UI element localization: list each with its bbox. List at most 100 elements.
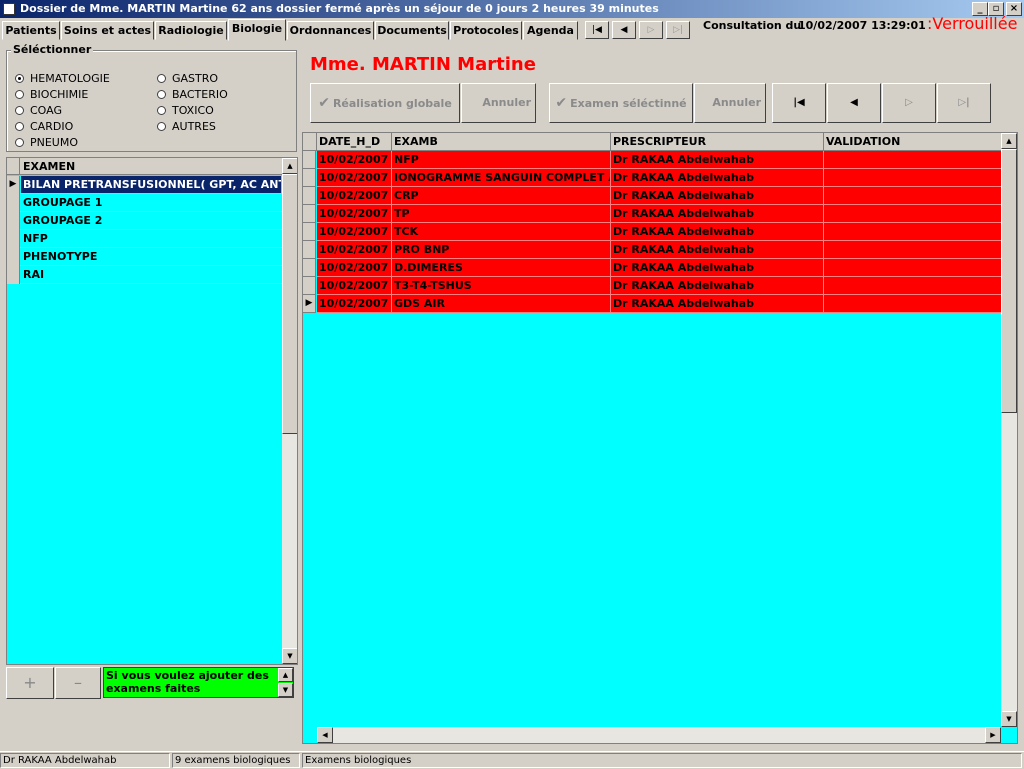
- first-record-icon[interactable]: |◀: [772, 83, 826, 123]
- cell-validation[interactable]: [824, 169, 1002, 187]
- scroll-down-icon[interactable]: ▼: [282, 648, 297, 664]
- cell-prescripteur[interactable]: Dr RAKAA Abdelwahab: [611, 187, 824, 205]
- column-header-examb[interactable]: EXAMB: [392, 133, 611, 151]
- tab-patients[interactable]: Patients: [2, 21, 60, 40]
- cell-prescripteur[interactable]: Dr RAKAA Abdelwahab: [611, 241, 824, 259]
- first-record-icon[interactable]: |◀: [585, 21, 609, 39]
- annuler-examen-button[interactable]: Annuler: [694, 83, 766, 123]
- cell-examb[interactable]: TP: [392, 205, 611, 223]
- next-record-icon[interactable]: ▷: [639, 21, 663, 39]
- cell-prescripteur[interactable]: Dr RAKAA Abdelwahab: [611, 151, 824, 169]
- list-item[interactable]: RAI: [7, 266, 282, 284]
- column-header-prescripteur[interactable]: PRESCRIPTEUR: [611, 133, 824, 151]
- cell-examb[interactable]: TCK: [392, 223, 611, 241]
- tab-soins-et-actes[interactable]: Soins et actes: [61, 21, 154, 40]
- cell-prescripteur[interactable]: Dr RAKAA Abdelwahab: [611, 169, 824, 187]
- info-textbox[interactable]: Si vous voulez ajouter des examens faite…: [103, 667, 294, 698]
- list-item[interactable]: GROUPAGE 2: [7, 212, 282, 230]
- scroll-thumb[interactable]: [1001, 149, 1017, 413]
- tab-biologie[interactable]: Biologie: [228, 19, 286, 41]
- cell-examb[interactable]: CRP: [392, 187, 611, 205]
- table-row[interactable]: 10/02/2007 PRO BNP Dr RAKAA Abdelwahab: [303, 241, 1003, 259]
- table-row[interactable]: 10/02/2007 D.DIMERES Dr RAKAA Abdelwahab: [303, 259, 1003, 277]
- scroll-up-icon[interactable]: ▲: [282, 158, 297, 174]
- remove-exam-button[interactable]: –: [55, 667, 101, 699]
- cell-validation[interactable]: [824, 187, 1002, 205]
- scroll-up-icon[interactable]: ▲: [1001, 133, 1017, 149]
- cell-date[interactable]: 10/02/2007: [317, 223, 392, 241]
- last-record-icon[interactable]: ▷|: [937, 83, 991, 123]
- cell-date[interactable]: 10/02/2007: [317, 151, 392, 169]
- cell-date[interactable]: 10/02/2007: [317, 295, 392, 313]
- scroll-left-icon[interactable]: ◀: [317, 727, 333, 743]
- cell-validation[interactable]: [824, 223, 1002, 241]
- grid-horizontal-scrollbar[interactable]: ◀ ▶: [317, 727, 1001, 743]
- table-row[interactable]: 10/02/2007 IONOGRAMME SANGUIN COMPLET A Dr…: [303, 169, 1003, 187]
- cell-validation[interactable]: [824, 259, 1002, 277]
- radio-toxico[interactable]: TOXICO: [157, 104, 214, 118]
- annuler-global-button[interactable]: Annuler: [461, 83, 536, 123]
- cell-date[interactable]: 10/02/2007: [317, 169, 392, 187]
- list-item[interactable]: NFP: [7, 230, 282, 248]
- cell-examb[interactable]: GDS AIR: [392, 295, 611, 313]
- cell-validation[interactable]: [824, 151, 1002, 169]
- cell-prescripteur[interactable]: Dr RAKAA Abdelwahab: [611, 259, 824, 277]
- cell-examb[interactable]: T3-T4-TSHUS: [392, 277, 611, 295]
- radio-hematologie[interactable]: HEMATOLOGIE: [15, 72, 110, 86]
- scroll-down-icon[interactable]: ▼: [278, 683, 293, 697]
- radio-coag[interactable]: COAG: [15, 104, 62, 118]
- tab-ordonnances[interactable]: Ordonnances: [287, 21, 374, 40]
- next-record-icon[interactable]: ▷: [882, 83, 936, 123]
- list-item[interactable]: GROUPAGE 1: [7, 194, 282, 212]
- radio-cardio[interactable]: CARDIO: [15, 120, 73, 134]
- cell-date[interactable]: 10/02/2007: [317, 205, 392, 223]
- tab-documents[interactable]: Documents: [375, 21, 449, 40]
- previous-record-icon[interactable]: ◀: [827, 83, 881, 123]
- list-item[interactable]: ▶ BILAN PRETRANSFUSIONNEL( GPT, AC ANTI: [7, 176, 282, 194]
- tab-agenda[interactable]: Agenda: [523, 21, 578, 40]
- scroll-up-icon[interactable]: ▲: [278, 668, 293, 682]
- exam-list[interactable]: EXAMEN ▶ BILAN PRETRANSFUSIONNEL( GPT, AC…: [6, 157, 298, 665]
- table-row[interactable]: 10/02/2007 CRP Dr RAKAA Abdelwahab: [303, 187, 1003, 205]
- cell-date[interactable]: 10/02/2007: [317, 241, 392, 259]
- scroll-right-icon[interactable]: ▶: [985, 727, 1001, 743]
- cell-date[interactable]: 10/02/2007: [317, 277, 392, 295]
- radio-autres[interactable]: AUTRES: [157, 120, 216, 134]
- cell-prescripteur[interactable]: Dr RAKAA Abdelwahab: [611, 205, 824, 223]
- window-title-bar[interactable]: Dossier de Mme. MARTIN Martine 62 ans do…: [0, 0, 1024, 18]
- realisation-globale-button[interactable]: ✔ Réalisation globale: [310, 83, 460, 123]
- cell-validation[interactable]: [824, 277, 1002, 295]
- add-exam-button[interactable]: +: [6, 667, 54, 699]
- table-row[interactable]: 10/02/2007 NFP Dr RAKAA Abdelwahab: [303, 151, 1003, 169]
- scroll-thumb[interactable]: [282, 174, 297, 434]
- grid-vertical-scrollbar[interactable]: ▲ ▼: [1001, 133, 1017, 727]
- biology-exams-grid[interactable]: DATE_H_D EXAMB PRESCRIPTEUR VALIDATION 1…: [302, 132, 1018, 744]
- last-record-icon[interactable]: ▷|: [666, 21, 690, 39]
- cell-validation[interactable]: [824, 295, 1002, 313]
- examen-selectionne-button[interactable]: ✔ Examen séléctinné: [549, 83, 693, 123]
- table-row[interactable]: ▶ 10/02/2007 GDS AIR Dr RAKAA Abdelwahab: [303, 295, 1003, 313]
- table-row[interactable]: 10/02/2007 TP Dr RAKAA Abdelwahab: [303, 205, 1003, 223]
- cell-date[interactable]: 10/02/2007: [317, 259, 392, 277]
- column-header-date[interactable]: DATE_H_D: [317, 133, 392, 151]
- exam-list-scrollbar[interactable]: ▲ ▼: [282, 158, 297, 664]
- column-header-validation[interactable]: VALIDATION: [824, 133, 1002, 151]
- cell-prescripteur[interactable]: Dr RAKAA Abdelwahab: [611, 223, 824, 241]
- scroll-down-icon[interactable]: ▼: [1001, 711, 1017, 727]
- radio-gastro[interactable]: GASTRO: [157, 72, 218, 86]
- cell-prescripteur[interactable]: Dr RAKAA Abdelwahab: [611, 295, 824, 313]
- cell-examb[interactable]: PRO BNP: [392, 241, 611, 259]
- table-row[interactable]: 10/02/2007 TCK Dr RAKAA Abdelwahab: [303, 223, 1003, 241]
- radio-pneumo[interactable]: PNEUMO: [15, 136, 78, 150]
- cell-examb[interactable]: IONOGRAMME SANGUIN COMPLET A: [392, 169, 611, 187]
- cell-examb[interactable]: NFP: [392, 151, 611, 169]
- tab-protocoles[interactable]: Protocoles: [450, 21, 522, 40]
- cell-examb[interactable]: D.DIMERES: [392, 259, 611, 277]
- cell-date[interactable]: 10/02/2007: [317, 187, 392, 205]
- table-row[interactable]: 10/02/2007 T3-T4-TSHUS Dr RAKAA Abdelwahab: [303, 277, 1003, 295]
- previous-record-icon[interactable]: ◀: [612, 21, 636, 39]
- list-item[interactable]: PHENOTYPE: [7, 248, 282, 266]
- radio-bacterio[interactable]: BACTERIO: [157, 88, 228, 102]
- cell-prescripteur[interactable]: Dr RAKAA Abdelwahab: [611, 277, 824, 295]
- radio-biochimie[interactable]: BIOCHIMIE: [15, 88, 88, 102]
